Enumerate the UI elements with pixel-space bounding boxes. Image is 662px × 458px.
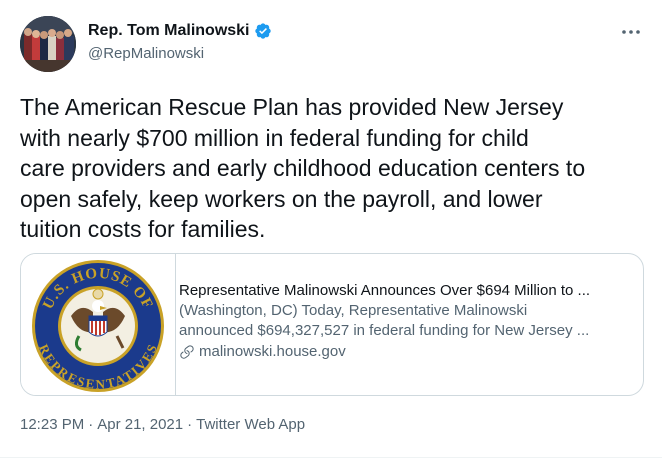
link-title[interactable]: Representative Malinowski Announces Over… [179, 281, 634, 301]
link-preview-card[interactable]: U.S. HOUSE OF REPRESENTATIVES Representa… [20, 253, 644, 396]
house-seal-image: U.S. HOUSE OF REPRESENTATIVES [21, 254, 176, 395]
verified-badge-icon [254, 22, 272, 40]
link-description-line1: (Washington, DC) Today, Representative M… [179, 302, 528, 319]
tweet-source[interactable]: Twitter Web App [196, 416, 305, 433]
tweet-time[interactable]: 12:23 PM [20, 416, 84, 433]
meta-separator: · [187, 416, 193, 433]
link-description-line2: announced $694,327,527 in federal fundin… [179, 322, 590, 339]
link-icon [179, 344, 195, 360]
more-options-icon[interactable] [620, 22, 642, 42]
link-preview-body[interactable]: Representative Malinowski Announces Over… [179, 281, 634, 360]
meta-separator: · [88, 416, 94, 433]
avatar[interactable] [20, 16, 76, 72]
tweet-meta: 12:23 PM · Apr 21, 2021 · Twitter Web Ap… [20, 416, 305, 433]
house-seal-icon: U.S. HOUSE OF REPRESENTATIVES [32, 260, 164, 392]
link-domain-row[interactable]: malinowski.house.gov [179, 343, 634, 360]
tweet-text: The American Rescue Plan has provided Ne… [20, 94, 586, 242]
tweet-card: Rep. Tom Malinowski @RepMalinowski The A… [0, 0, 662, 458]
author-name-row[interactable]: Rep. Tom Malinowski [88, 22, 272, 40]
author-name[interactable]: Rep. Tom Malinowski [88, 22, 250, 40]
link-domain[interactable]: malinowski.house.gov [199, 343, 346, 360]
profile-photo [20, 16, 76, 72]
author-handle[interactable]: @RepMalinowski [88, 45, 204, 62]
tweet-date[interactable]: Apr 21, 2021 [97, 416, 183, 433]
